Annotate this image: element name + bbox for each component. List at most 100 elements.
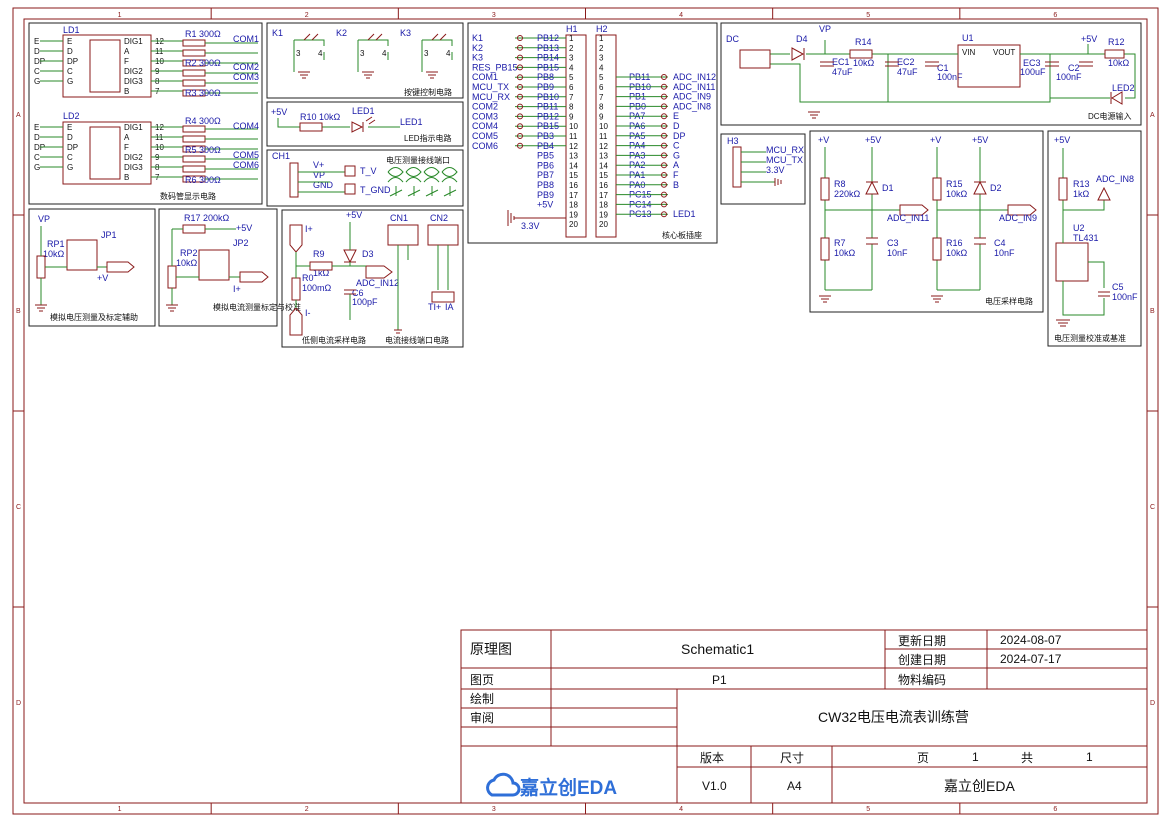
tb-version-header: 版本 — [700, 751, 724, 765]
r8-ref: R8 — [834, 179, 846, 189]
vc-adc8: ADC_IN8 — [1096, 174, 1134, 184]
u2-ref: U2 — [1073, 223, 1085, 233]
r14-val: 10kΩ — [853, 58, 875, 68]
ec3-val: 100uF — [1020, 67, 1046, 77]
seg-left-pin: C — [34, 153, 40, 162]
dc-ref: DC — [726, 34, 739, 44]
r16-val: 10kΩ — [946, 248, 968, 258]
h2-net-label: LED1 — [673, 209, 696, 219]
h2-pin-number: 13 — [599, 152, 608, 161]
r16-ref: R16 — [946, 238, 963, 248]
h1-pin-label: PB9 — [537, 82, 554, 92]
h1-pin-label: PB3 — [537, 131, 554, 141]
h2-pin-number: 17 — [599, 191, 608, 200]
h1-pin-label: PB9 — [537, 190, 554, 200]
is-iplus: I+ — [305, 224, 313, 234]
seg-left-pin: D — [34, 47, 40, 56]
c4-val: 10nF — [994, 248, 1015, 258]
h2-net-label: ADC_IN11 — [673, 82, 715, 92]
r10-label: R10 10kΩ — [300, 112, 341, 122]
h1-pin-number: 14 — [569, 161, 578, 170]
iport-block-title: 电流接线端口电路 — [385, 335, 449, 345]
h3-mcutx: MCU_TX — [766, 155, 803, 165]
c5-val: 100nF — [1112, 292, 1138, 302]
vcal-block-title: 电压测量校准或基准 — [1054, 333, 1126, 343]
tb-schematic-name: Schematic1 — [681, 641, 754, 657]
border-row-marker: D — [16, 700, 21, 707]
h1-pin-number: 11 — [569, 132, 578, 141]
h1-pin-number: 6 — [569, 83, 574, 92]
h2-pin-number: 4 — [599, 63, 604, 72]
seg-right-pin-label: DIG3 — [124, 77, 143, 86]
h1-net-label: COM1 — [472, 72, 498, 82]
h1-pin-number: 15 — [569, 171, 578, 180]
cloud-logo-icon — [486, 772, 521, 797]
dc-block-title: DC电源输入 — [1088, 111, 1132, 121]
r15-val: 10kΩ — [946, 189, 968, 199]
h1-pin-label: PB8 — [537, 180, 554, 190]
seg-left-pin: G — [34, 77, 40, 86]
is-iminus: I- — [305, 308, 311, 318]
tb-drawn-header: 绘制 — [470, 691, 494, 706]
r0-val: 100mΩ — [302, 283, 332, 293]
h2-pin-number: 12 — [599, 142, 608, 151]
h2-pin-number: 8 — [599, 103, 604, 112]
u1-vout: VOUT — [993, 48, 1015, 57]
border-row-marker: C — [1150, 504, 1155, 511]
vs-pv2: +V — [930, 135, 941, 145]
h1-pin-label: PB10 — [537, 92, 559, 102]
h1-pin-label: PB5 — [537, 151, 554, 161]
seg-right-pin-label: DIG1 — [124, 123, 143, 132]
h1-pin-number: 8 — [569, 103, 574, 112]
h1-pin-number: 5 — [569, 73, 574, 82]
r0-ref: R0 — [302, 273, 314, 283]
tb-created-header: 创建日期 — [898, 653, 946, 667]
rp2-val: 10kΩ — [176, 258, 198, 268]
rp1-ref: RP1 — [47, 239, 65, 249]
border-col-marker: 2 — [305, 806, 309, 813]
h1-pin-label: PB12 — [537, 33, 559, 43]
is-adc12: ADC_IN12 — [356, 278, 399, 288]
h1-net-label: MCU_TX — [472, 82, 509, 92]
ch1-vplus: V+ — [313, 160, 324, 170]
c4-ref: C4 — [994, 238, 1006, 248]
r8-val: 220kΩ — [834, 189, 861, 199]
seg-left-pin: G — [34, 163, 40, 172]
tv-net: T_V — [360, 166, 377, 176]
r4-label: R4 300Ω — [185, 116, 221, 126]
h1-pin-number: 2 — [569, 44, 574, 53]
seg-left-pin-label: C — [67, 67, 73, 76]
ld1-ref: LD1 — [63, 25, 80, 35]
h1-pin-number: 19 — [569, 210, 578, 219]
rp1-val: 10kΩ — [43, 249, 65, 259]
tb-schematic-header: 原理图 — [470, 641, 512, 657]
h2-net-label: E — [673, 111, 679, 121]
h2-net-label: G — [673, 150, 680, 160]
r13-val: 1kΩ — [1073, 189, 1090, 199]
border-col-marker: 5 — [866, 806, 870, 813]
tgnd-net: T_GND — [360, 185, 391, 195]
com5-net: COM5 — [233, 150, 259, 160]
h1-net-label: K2 — [472, 43, 483, 53]
ia-5v: +5V — [236, 223, 252, 233]
is-tiplus: TI+ — [428, 302, 441, 312]
tb-material-header: 物料编码 — [898, 672, 946, 687]
seg-left-pin-label: D — [67, 47, 73, 56]
c5-ref: C5 — [1112, 282, 1124, 292]
seg-right-pin-label: DIG2 — [124, 67, 143, 76]
cn1-ref: CN1 — [390, 213, 408, 223]
seg-left-pin: C — [34, 67, 40, 76]
k1-ref: K1 — [272, 28, 283, 38]
isample-block-title: 低侧电流采样电路 — [302, 335, 366, 345]
led1-ref: LED1 — [352, 106, 375, 116]
border-row-marker: B — [16, 308, 21, 315]
ec2-ref: EC2 — [897, 57, 915, 67]
key-pin-number: 3 — [424, 49, 429, 58]
schematic-canvas: 112233445566A AB BC CD D LD1 LD2 E ED DDP DPC CG… — [12, 7, 1159, 815]
c3-val: 10nF — [887, 248, 908, 258]
r7-ref: R7 — [834, 238, 846, 248]
h1-pin-number: 16 — [569, 181, 578, 190]
r12-val: 10kΩ — [1108, 58, 1130, 68]
h1-net-label: RES_PB15 — [472, 62, 518, 72]
tb-pg-value: 1 — [972, 750, 979, 764]
